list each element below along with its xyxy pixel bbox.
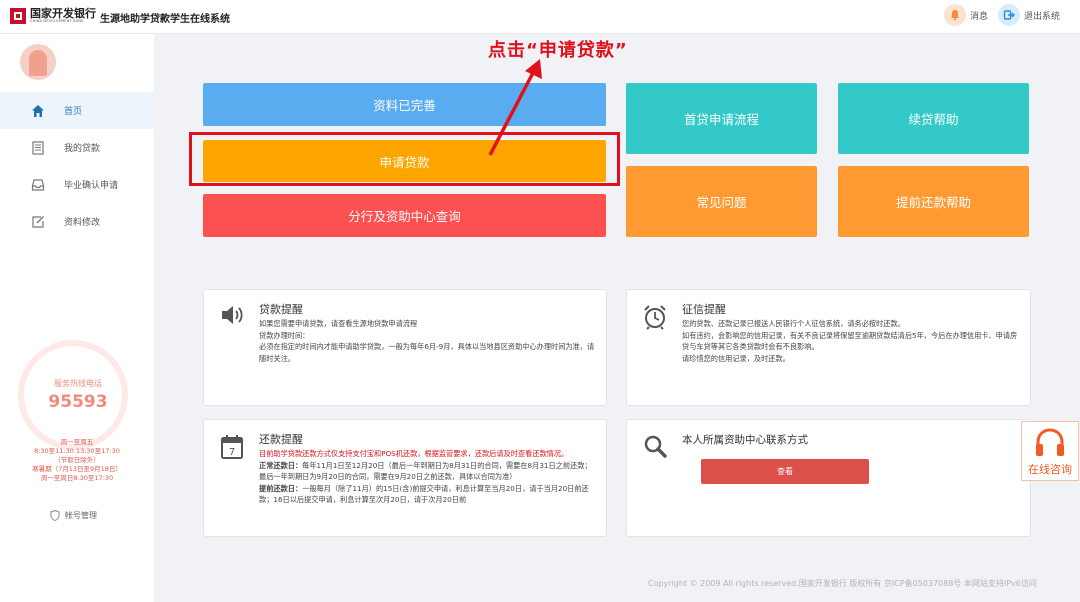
card-line: 如果您需要申请贷款，请查看生源地贷款申请流程 <box>259 319 418 328</box>
first-loan-flow-button[interactable]: 首贷申请流程 <box>626 83 817 154</box>
early-repay-text: 一般每月（除了11月）的15日(含)前提交申请，利息计算至当月20日，请于当月2… <box>259 483 589 505</box>
hours-line: （节假日除外） <box>54 456 100 464</box>
avatar-figure <box>29 50 47 76</box>
cdb-logo-icon <box>10 8 26 24</box>
sidebar-nav: 首页 我的贷款 毕业确认申请 资料修改 <box>0 92 154 240</box>
hours-line: 周一至周日8:30至17:30 <box>40 474 114 482</box>
normal-repay-text: 每年11月1日至12月20日（最后一年到期日为8月31日的合同，需要在8月31日… <box>259 460 592 482</box>
card-title: 本人所属资助中心联系方式 <box>682 434 808 446</box>
footer-copyright: Copyright © 2009 All rights reserved.国家开… <box>648 579 1037 588</box>
speaker-icon <box>220 304 244 330</box>
sidebar-item-label: 毕业确认申请 <box>64 181 119 191</box>
card-body: 您的贷款、还款记录已报送人民银行个人征信系统，请务必按时还款。 如有违约，会影响… <box>682 318 1020 364</box>
early-repay-label: 提前还款日： <box>259 483 303 493</box>
alarm-clock-icon <box>643 304 667 330</box>
normal-repay-label: 正常还款日： <box>259 460 303 470</box>
prepay-help-button[interactable]: 提前还款帮助 <box>838 166 1029 237</box>
hours-line: 周一至周五 <box>60 438 94 446</box>
avatar[interactable] <box>20 44 56 80</box>
repayment-reminder-card: 7 还款提醒 目前助学贷款还款方式仅支持支付宝和POS机还款，根据监管要求，还款… <box>203 419 607 537</box>
bank-logo[interactable]: 国家开发银行 CHINA DEVELOPMENT BANK <box>10 8 96 24</box>
hotline-number: 95593 <box>48 392 108 412</box>
early-repay-line: 提前还款日：一般每月（除了11月）的15日(含)前提交申请，利息计算至当月20日… <box>259 483 596 506</box>
bank-name-en: CHINA DEVELOPMENT BANK <box>30 19 84 24</box>
online-consult-button[interactable]: 在线咨询 <box>1021 421 1079 481</box>
card-line: 您的贷款、还款记录已报送人民银行个人征信系统，请务必按时还款。 <box>682 319 905 328</box>
sidebar-item-home[interactable]: 首页 <box>0 92 154 129</box>
hours-line: 8:30至11:30 13:30至17:30 <box>34 447 120 455</box>
card-line: 贷款办理时间： <box>259 330 310 340</box>
aid-center-contact-card: 本人所属资助中心联系方式 查看 <box>626 419 1031 537</box>
top-bar: 国家开发银行 CHINA DEVELOPMENT BANK 生源地助学贷款学生在… <box>0 0 1080 34</box>
view-contact-button[interactable]: 查看 <box>701 459 869 484</box>
card-body: 目前助学贷款还款方式仅支持支付宝和POS机还款，根据监管要求，还款后请及时查看还… <box>259 448 596 506</box>
card-line: 必须在指定的时间内才能申请助学贷款，一般为每年6月-9月，具体以当地县区资助中心… <box>259 342 595 363</box>
card-line: 如有违约，会影响您的信用记录，有关不良记录将保留至逾期贷款结清后5年，今后在办理… <box>682 330 1018 352</box>
annotation-arrow-icon <box>488 59 542 156</box>
card-title: 贷款提醒 <box>259 303 303 316</box>
service-hours: 周一至周五 8:30至11:30 13:30至17:30 （节假日除外） 寒暑期… <box>0 438 154 483</box>
branch-query-button[interactable]: 分行及资助中心查询 <box>203 194 606 237</box>
card-title: 征信提醒 <box>682 303 726 316</box>
bell-icon <box>943 4 966 26</box>
credit-reminder-card: 征信提醒 您的贷款、还款记录已报送人民银行个人征信系统，请务必按时还款。 如有违… <box>626 289 1031 406</box>
shield-icon <box>50 510 60 521</box>
normal-repay-line: 正常还款日：每年11月1日至12月20日（最后一年到期日为8月31日的合同，需要… <box>259 460 596 483</box>
sidebar-item-edit-info[interactable]: 资料修改 <box>0 203 154 240</box>
calendar-icon: 7 <box>220 434 244 460</box>
system-title: 生源地助学贷款学生在线系统 <box>100 14 230 25</box>
headset-icon <box>1033 427 1067 459</box>
edit-icon <box>30 214 46 230</box>
card-line: 请珍惜您的信用记录，及时还款。 <box>682 353 790 363</box>
sidebar-item-label: 资料修改 <box>64 218 101 228</box>
renew-help-button[interactable]: 续贷帮助 <box>838 83 1029 154</box>
card-title: 还款提醒 <box>259 433 303 446</box>
document-icon <box>30 140 46 156</box>
sidebar-item-label: 我的贷款 <box>64 144 101 154</box>
loan-reminder-card: 贷款提醒 如果您需要申请贷款，请查看生源地贷款申请流程 贷款办理时间： 必须在指… <box>203 289 607 406</box>
sidebar: 首页 我的贷款 毕业确认申请 资料修改 服务热线电话 95593 周一至周五 8… <box>0 34 154 602</box>
home-icon <box>30 103 46 119</box>
bank-name: 国家开发银行 <box>30 7 96 21</box>
inbox-icon <box>30 177 46 193</box>
svg-text:7: 7 <box>229 447 235 458</box>
hotline-label: 服务热线电话 <box>54 379 102 388</box>
account-management-link[interactable]: 帐号管理 <box>50 510 97 521</box>
consult-label: 在线咨询 <box>1028 463 1072 476</box>
hours-line: 寒暑期（7月13日至9月18日） <box>32 465 122 473</box>
faq-button[interactable]: 常见问题 <box>626 166 817 237</box>
sidebar-item-my-loans[interactable]: 我的贷款 <box>0 129 154 166</box>
messages-button[interactable]: 消息 <box>943 4 988 26</box>
search-icon <box>643 434 667 460</box>
repay-notice: 目前助学贷款还款方式仅支持支付宝和POS机还款，根据监管要求，还款后请及时查看还… <box>259 449 569 458</box>
sidebar-item-graduation[interactable]: 毕业确认申请 <box>0 166 154 203</box>
highlight-box <box>189 132 620 186</box>
logout-icon <box>997 4 1020 26</box>
sidebar-item-label: 首页 <box>64 107 83 117</box>
messages-label: 消息 <box>969 11 988 22</box>
card-body: 如果您需要申请贷款，请查看生源地贷款申请流程 贷款办理时间： 必须在指定的时间内… <box>259 318 596 364</box>
logout-label: 退出系统 <box>1023 11 1060 22</box>
account-label: 帐号管理 <box>65 511 97 520</box>
logout-button[interactable]: 退出系统 <box>997 4 1060 26</box>
